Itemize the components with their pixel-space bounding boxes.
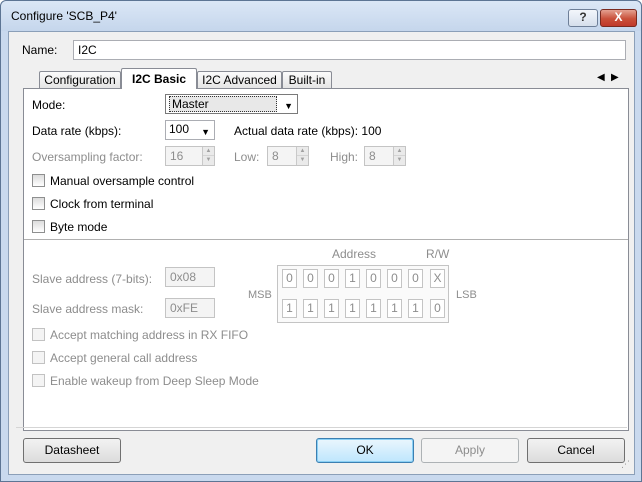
byte-mode-checkbox[interactable] <box>32 220 45 233</box>
mode-label: Mode: <box>32 98 66 112</box>
msb-label: MSB <box>248 289 272 301</box>
mask-bit[interactable]: 1 <box>345 299 360 318</box>
accept-matching-address-checkbox[interactable] <box>32 328 45 341</box>
mask-bit[interactable]: 1 <box>387 299 402 318</box>
data-rate-combo[interactable]: 100 ▼ <box>165 120 215 140</box>
tab-scroll-right-icon[interactable]: ▶ <box>611 72 619 83</box>
address-bit[interactable]: 0 <box>366 269 381 288</box>
spin-arrows-icon: ▲ ▼ <box>296 147 308 165</box>
name-label: Name: <box>22 43 58 57</box>
actual-data-rate: Actual data rate (kbps): 100 <box>234 124 382 138</box>
slave-mask-label: Slave address mask: <box>32 302 144 316</box>
bit-grid: 0 0 0 1 0 0 0 X 1 1 1 1 1 1 1 0 <box>277 265 449 323</box>
tab-built-in[interactable]: Built-in <box>282 71 332 89</box>
footer-divider <box>16 427 627 428</box>
address-rw-bit[interactable]: X <box>430 269 445 288</box>
tab-panel-i2c-basic: Mode: Master ▼ Data rate (kbps): 100 ▼ A… <box>23 89 629 431</box>
mask-rw-bit[interactable]: 0 <box>430 299 445 318</box>
high-value: 8 <box>369 149 376 163</box>
clock-from-terminal-label: Clock from terminal <box>50 197 154 211</box>
oversampling-label: Oversampling factor: <box>32 150 143 164</box>
manual-oversample-label: Manual oversample control <box>50 174 195 188</box>
configure-dialog: Configure 'SCB_P4' ? X Name: I2C Configu… <box>0 0 642 482</box>
accept-matching-address-label: Accept matching address in RX FIFO <box>50 328 249 342</box>
low-label: Low: <box>234 150 260 164</box>
high-label: High: <box>330 150 359 164</box>
mask-bit[interactable]: 1 <box>303 299 318 318</box>
close-button[interactable]: X <box>600 9 637 27</box>
window-title: Configure 'SCB_P4' <box>11 9 117 23</box>
data-rate-label: Data rate (kbps): <box>32 124 122 138</box>
resize-grip-icon[interactable]: ⋰ <box>621 459 630 470</box>
address-header: Address <box>332 247 377 261</box>
address-bit[interactable]: 0 <box>282 269 297 288</box>
low-value: 8 <box>272 149 279 163</box>
title-bar[interactable]: Configure 'SCB_P4' ? X <box>1 1 641 31</box>
mode-select-value: Master <box>169 96 277 112</box>
name-input[interactable]: I2C <box>73 40 626 60</box>
address-bit[interactable]: 0 <box>387 269 402 288</box>
address-bit[interactable]: 0 <box>408 269 423 288</box>
accept-general-call-label: Accept general call address <box>50 351 198 365</box>
clock-from-terminal-checkbox[interactable] <box>32 197 45 210</box>
manual-oversample-checkbox[interactable] <box>32 174 45 187</box>
address-bit[interactable]: 0 <box>324 269 339 288</box>
tab-scroll-left-icon[interactable]: ◀ <box>597 72 605 83</box>
enable-wakeup-label: Enable wakeup from Deep Sleep Mode <box>50 374 259 388</box>
data-rate-value: 100 <box>169 122 190 136</box>
oversampling-value: 16 <box>170 149 184 163</box>
enable-wakeup-checkbox[interactable] <box>32 374 45 387</box>
chevron-down-icon: ▼ <box>284 101 293 111</box>
byte-mode-label: Byte mode <box>50 220 108 234</box>
mask-bit[interactable]: 1 <box>366 299 381 318</box>
dialog-client-area: Name: I2C Configuration I2C Basic I2C Ad… <box>8 31 635 475</box>
mask-bit[interactable]: 1 <box>324 299 339 318</box>
tab-configuration[interactable]: Configuration <box>39 71 121 89</box>
spin-arrows-icon: ▲ ▼ <box>393 147 405 165</box>
mode-select[interactable]: Master ▼ <box>165 94 298 114</box>
apply-button[interactable]: Apply <box>421 438 519 463</box>
address-bit[interactable]: 0 <box>303 269 318 288</box>
slave-address-label: Slave address (7-bits): <box>32 272 153 286</box>
accept-general-call-checkbox[interactable] <box>32 351 45 364</box>
tab-i2c-basic[interactable]: I2C Basic <box>121 68 197 89</box>
section-divider <box>24 239 628 240</box>
rw-header: R/W <box>426 247 450 261</box>
help-button[interactable]: ? <box>568 9 598 27</box>
address-bit[interactable]: 1 <box>345 269 360 288</box>
datasheet-button[interactable]: Datasheet <box>23 438 121 463</box>
high-stepper[interactable]: 8 ▲ ▼ <box>364 146 406 166</box>
mask-bit[interactable]: 1 <box>282 299 297 318</box>
low-stepper[interactable]: 8 ▲ ▼ <box>267 146 309 166</box>
spin-arrows-icon: ▲ ▼ <box>202 147 214 165</box>
chevron-down-icon: ▼ <box>201 127 210 137</box>
oversampling-stepper[interactable]: 16 ▲ ▼ <box>165 146 215 166</box>
tab-i2c-advanced[interactable]: I2C Advanced <box>197 71 282 89</box>
ok-button[interactable]: OK <box>316 438 414 463</box>
lsb-label: LSB <box>456 289 477 301</box>
slave-address-input[interactable]: 0x08 <box>165 267 215 287</box>
cancel-button[interactable]: Cancel <box>527 438 625 463</box>
slave-mask-input[interactable]: 0xFE <box>165 298 215 318</box>
mask-bit[interactable]: 1 <box>408 299 423 318</box>
